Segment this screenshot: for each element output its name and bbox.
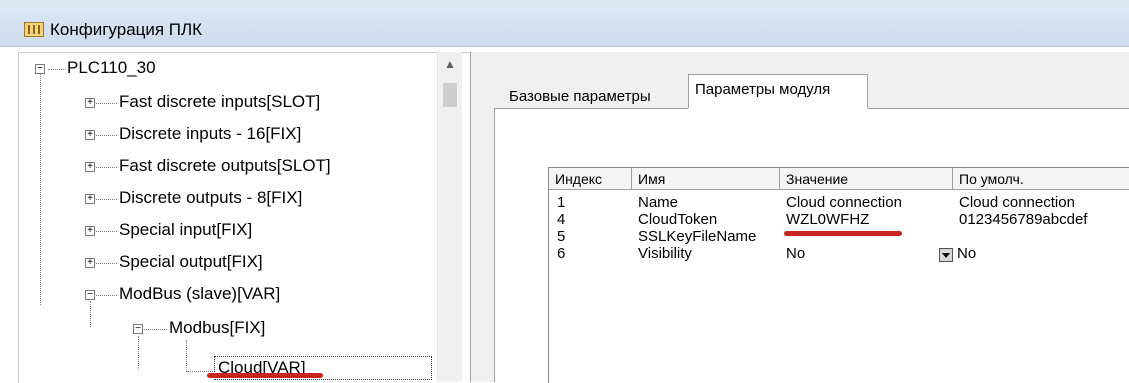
column-header-default[interactable]: По умолч. bbox=[953, 168, 1129, 190]
cell-name: SSLKeyFileName bbox=[638, 228, 757, 245]
expander-special-input[interactable]: + bbox=[85, 226, 95, 236]
window-title: Конфигурация ПЛК bbox=[50, 20, 203, 39]
tab-module-parameters[interactable]: Параметры модуля bbox=[688, 74, 868, 109]
expander-special-output[interactable]: + bbox=[85, 258, 95, 268]
tree-item-fast-discrete-outputs[interactable]: Fast discrete outputs[SLOT] bbox=[119, 156, 331, 176]
tree-root-plc110-30[interactable]: PLC110_30 bbox=[67, 58, 156, 78]
cell-index: 4 bbox=[557, 211, 566, 228]
window-titlebar: Конфигурация ПЛК bbox=[0, 0, 1129, 47]
cell-default: Cloud connection bbox=[959, 194, 1075, 211]
expander-discrete-inputs[interactable]: + bbox=[85, 130, 95, 140]
expander-modbus-slave[interactable]: − bbox=[85, 290, 95, 300]
cell-default: No bbox=[957, 245, 977, 262]
cloud-highlight-underline bbox=[207, 373, 323, 378]
column-header-value[interactable]: Значение bbox=[780, 168, 953, 190]
cell-index: 1 bbox=[557, 194, 566, 211]
column-header-name[interactable]: Имя bbox=[632, 168, 780, 190]
cell-value-cloud-token[interactable]: WZL0WFHZ bbox=[786, 212, 869, 228]
plc-config-icon bbox=[24, 22, 44, 37]
expander-fast-discrete-outputs[interactable]: + bbox=[85, 162, 95, 172]
cell-name: CloudToken bbox=[638, 211, 718, 228]
tree-scrollbar[interactable]: ▲ bbox=[437, 52, 462, 382]
cloud-token-highlight-underline bbox=[784, 231, 902, 236]
cell-value[interactable]: Cloud connection bbox=[786, 195, 902, 211]
scroll-thumb[interactable] bbox=[443, 83, 457, 107]
column-header-index[interactable]: Индекс bbox=[549, 168, 632, 190]
scroll-up-icon[interactable]: ▲ bbox=[438, 54, 462, 74]
expander-fast-discrete-inputs[interactable]: + bbox=[85, 98, 95, 108]
tab-base-parameters[interactable]: Базовые параметры bbox=[503, 82, 657, 109]
expander-modbus-fix[interactable]: − bbox=[133, 324, 143, 334]
cell-name: Name bbox=[638, 194, 679, 211]
cell-default: 0123456789abcdef bbox=[959, 211, 1088, 228]
tree-item-discrete-outputs[interactable]: Discrete outputs - 8[FIX] bbox=[119, 188, 302, 208]
tree-item-modbus-slave[interactable]: ModBus (slave)[VAR] bbox=[119, 284, 280, 304]
tree-item-discrete-inputs[interactable]: Discrete inputs - 16[FIX] bbox=[119, 124, 301, 144]
tree-item-special-input[interactable]: Special input[FIX] bbox=[119, 220, 252, 240]
tree-item-fast-discrete-inputs[interactable]: Fast discrete inputs[SLOT] bbox=[119, 92, 320, 112]
expander-discrete-outputs[interactable]: + bbox=[85, 194, 95, 204]
cell-index: 6 bbox=[557, 245, 566, 262]
module-tree[interactable]: − PLC110_30 + Fast discrete inputs[SLOT]… bbox=[18, 52, 471, 383]
cell-index: 5 bbox=[557, 228, 566, 245]
tree-item-modbus-fix[interactable]: Modbus[FIX] bbox=[169, 318, 265, 338]
tree-item-special-output[interactable]: Special output[FIX] bbox=[119, 252, 263, 272]
cell-value-visibility[interactable]: No bbox=[786, 246, 805, 262]
parameters-table[interactable]: Индекс Имя Значение По умолч. 1 Name Clo… bbox=[548, 167, 1129, 383]
cell-name: Visibility bbox=[638, 245, 692, 262]
root-expander[interactable]: − bbox=[35, 64, 45, 74]
visibility-dropdown-icon[interactable] bbox=[939, 248, 953, 262]
